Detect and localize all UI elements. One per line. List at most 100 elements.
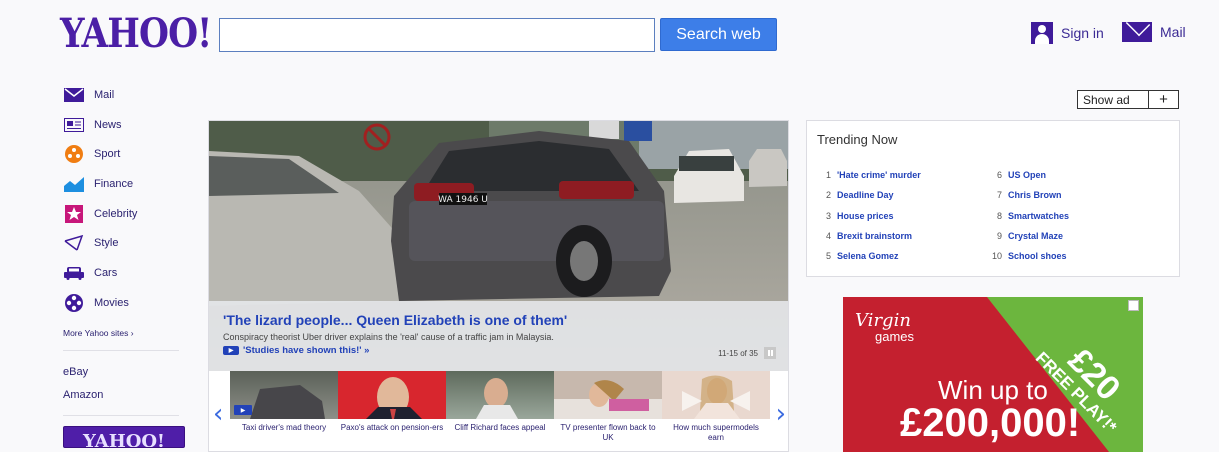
- trending-rank: 5: [825, 251, 831, 262]
- carousel-next-arrow[interactable]: ›: [776, 399, 786, 429]
- trending-rank: 6: [996, 170, 1002, 181]
- more-yahoo-sites-link[interactable]: More Yahoo sites ›: [63, 324, 179, 342]
- trending-item[interactable]: 6 US Open: [988, 165, 1159, 185]
- sidebar-item-label: Mail: [94, 88, 115, 101]
- sidebar-divider: [63, 349, 179, 351]
- sidebar-item-label: Finance: [94, 177, 134, 190]
- sidebar-item-style[interactable]: Style: [63, 228, 179, 258]
- ad-close-icon[interactable]: [1128, 300, 1139, 311]
- sidebar-item-movies[interactable]: Movies: [63, 288, 179, 318]
- virgin-games-ad[interactable]: Virgin games £20 FREE PLAY!* Win up to £…: [843, 297, 1143, 452]
- trending-item[interactable]: 4 Brexit brainstorm: [817, 226, 988, 246]
- carousel-thumbnails: ‹ › ▶ Taxi driver's mad theory Paxo's at…: [209, 371, 788, 451]
- sidebar-item-label: Cars: [94, 266, 118, 279]
- virgin-games-logo: Virgin games: [855, 312, 914, 345]
- sidebar-item-label: Style: [94, 237, 119, 250]
- trending-rank: 3: [825, 210, 831, 221]
- trending-link[interactable]: US Open: [1008, 170, 1046, 180]
- thumb-image: [338, 371, 446, 419]
- video-play-icon: ▶: [223, 346, 239, 355]
- trending-now-panel: Trending Now 1 'Hate crime' murder 2 Deadl…: [806, 120, 1180, 277]
- featured-story-title[interactable]: 'The lizard people... Queen Elizabeth is…: [223, 312, 776, 328]
- trending-column-left: 1 'Hate crime' murder 2 Deadline Day 3 Hous…: [817, 165, 988, 266]
- thumb-image: [446, 371, 554, 419]
- trending-item[interactable]: 9 Crystal Maze: [988, 226, 1159, 246]
- sidebar-item-news[interactable]: News: [63, 110, 179, 140]
- trending-link[interactable]: Chris Brown: [1008, 190, 1062, 200]
- featured-video-link-label: 'Studies have shown this!' »: [243, 345, 370, 356]
- mail-label: Mail: [1160, 24, 1186, 40]
- carousel-thumb[interactable]: TV presenter flown back to UK: [554, 371, 662, 451]
- sign-in-link[interactable]: Sign in: [1031, 22, 1104, 44]
- user-icon: [1031, 22, 1053, 44]
- search-web-button[interactable]: Search web: [660, 18, 777, 51]
- sidebar-item-finance[interactable]: Finance: [63, 169, 179, 199]
- trending-link[interactable]: House prices: [837, 211, 894, 221]
- carousel-thumb[interactable]: Cliff Richard faces appeal: [446, 371, 554, 451]
- featured-story-caption: 'The lizard people... Queen Elizabeth is…: [209, 301, 788, 371]
- thumb-caption: Taxi driver's mad theory: [241, 423, 327, 432]
- sidebar: Mail News Sport Finance Celebrity Style: [63, 80, 185, 448]
- pause-icon[interactable]: [764, 347, 776, 359]
- featured-video-link[interactable]: ▶ 'Studies have shown this!' »: [223, 345, 776, 356]
- trending-link[interactable]: Brexit brainstorm: [837, 231, 912, 241]
- license-plate-text: WA 1946 U: [438, 195, 488, 205]
- mail-link[interactable]: Mail: [1122, 22, 1186, 42]
- sidebar-item-sport[interactable]: Sport: [63, 139, 179, 169]
- video-play-icon: ▶: [234, 405, 252, 415]
- trending-link[interactable]: Crystal Maze: [1008, 231, 1063, 241]
- star-icon: [63, 204, 84, 224]
- featured-story-carousel: WA 1946 U 'The lizard people... Queen El…: [208, 120, 789, 452]
- ad-prize-text: £200,000!: [900, 401, 1081, 445]
- show-ad-toggle[interactable]: Show ad +: [1077, 90, 1179, 109]
- trending-link[interactable]: Smartwatches: [1008, 211, 1069, 221]
- yahoo-promo-button[interactable]: YAHOO!: [63, 425, 185, 448]
- trending-rank: 8: [996, 210, 1002, 221]
- trending-item[interactable]: 5 Selena Gomez: [817, 246, 988, 266]
- trending-link[interactable]: 'Hate crime' murder: [837, 170, 921, 180]
- featured-story-image[interactable]: WA 1946 U 'The lizard people... Queen El…: [209, 121, 788, 371]
- sign-in-label: Sign in: [1061, 25, 1104, 41]
- trending-item[interactable]: 8 Smartwatches: [988, 206, 1159, 226]
- sidebar-item-mail[interactable]: Mail: [63, 80, 179, 110]
- trending-item[interactable]: 10 School shoes: [988, 246, 1159, 266]
- carousel-thumb[interactable]: How much supermodels earn: [662, 371, 770, 451]
- hanger-icon: [63, 233, 84, 253]
- envelope-icon: [63, 85, 84, 105]
- sidebar-item-label: Celebrity: [94, 207, 138, 220]
- sidebar-item-cars[interactable]: Cars: [63, 258, 179, 288]
- film-reel-icon: [63, 293, 84, 313]
- trending-link[interactable]: Selena Gomez: [837, 251, 899, 261]
- thumb-caption: Paxo's attack on pension-ers: [340, 423, 444, 432]
- trending-item[interactable]: 1 'Hate crime' murder: [817, 165, 988, 185]
- yahoo-logo[interactable]: YAHOO!: [60, 14, 212, 54]
- plus-icon: +: [1148, 91, 1178, 108]
- amazon-link[interactable]: Amazon: [63, 384, 179, 407]
- sport-icon: [63, 144, 84, 164]
- sidebar-divider: [63, 414, 179, 416]
- trending-now-title: Trending Now: [817, 132, 898, 147]
- trending-rank: 1: [825, 170, 831, 181]
- trending-item[interactable]: 7 Chris Brown: [988, 185, 1159, 205]
- search-input[interactable]: [219, 18, 655, 52]
- trending-link[interactable]: Deadline Day: [837, 190, 894, 200]
- trending-item[interactable]: 3 House prices: [817, 206, 988, 226]
- car-icon: [63, 263, 84, 283]
- trending-column-right: 6 US Open 7 Chris Brown 8 Smartwatches 9 Cry…: [988, 165, 1159, 266]
- carousel-thumb[interactable]: ▶ Taxi driver's mad theory: [230, 371, 338, 451]
- thumb-caption: How much supermodels earn: [673, 423, 759, 442]
- carousel-counter: 11-15 of 35: [718, 347, 776, 359]
- thumb-caption: Cliff Richard faces appeal: [454, 423, 546, 432]
- thumb-image: ▶: [230, 371, 338, 419]
- thumb-image: [662, 371, 770, 419]
- sidebar-item-celebrity[interactable]: Celebrity: [63, 199, 179, 229]
- carousel-thumb[interactable]: Paxo's attack on pension-ers: [338, 371, 446, 451]
- carousel-prev-arrow[interactable]: ‹: [213, 399, 223, 429]
- trending-rank: 9: [996, 231, 1002, 242]
- envelope-icon: [1122, 22, 1152, 42]
- ebay-link[interactable]: eBay: [63, 361, 179, 384]
- newspaper-icon: [63, 115, 84, 135]
- chart-icon: [63, 174, 84, 194]
- trending-item[interactable]: 2 Deadline Day: [817, 185, 988, 205]
- trending-link[interactable]: School shoes: [1008, 251, 1067, 261]
